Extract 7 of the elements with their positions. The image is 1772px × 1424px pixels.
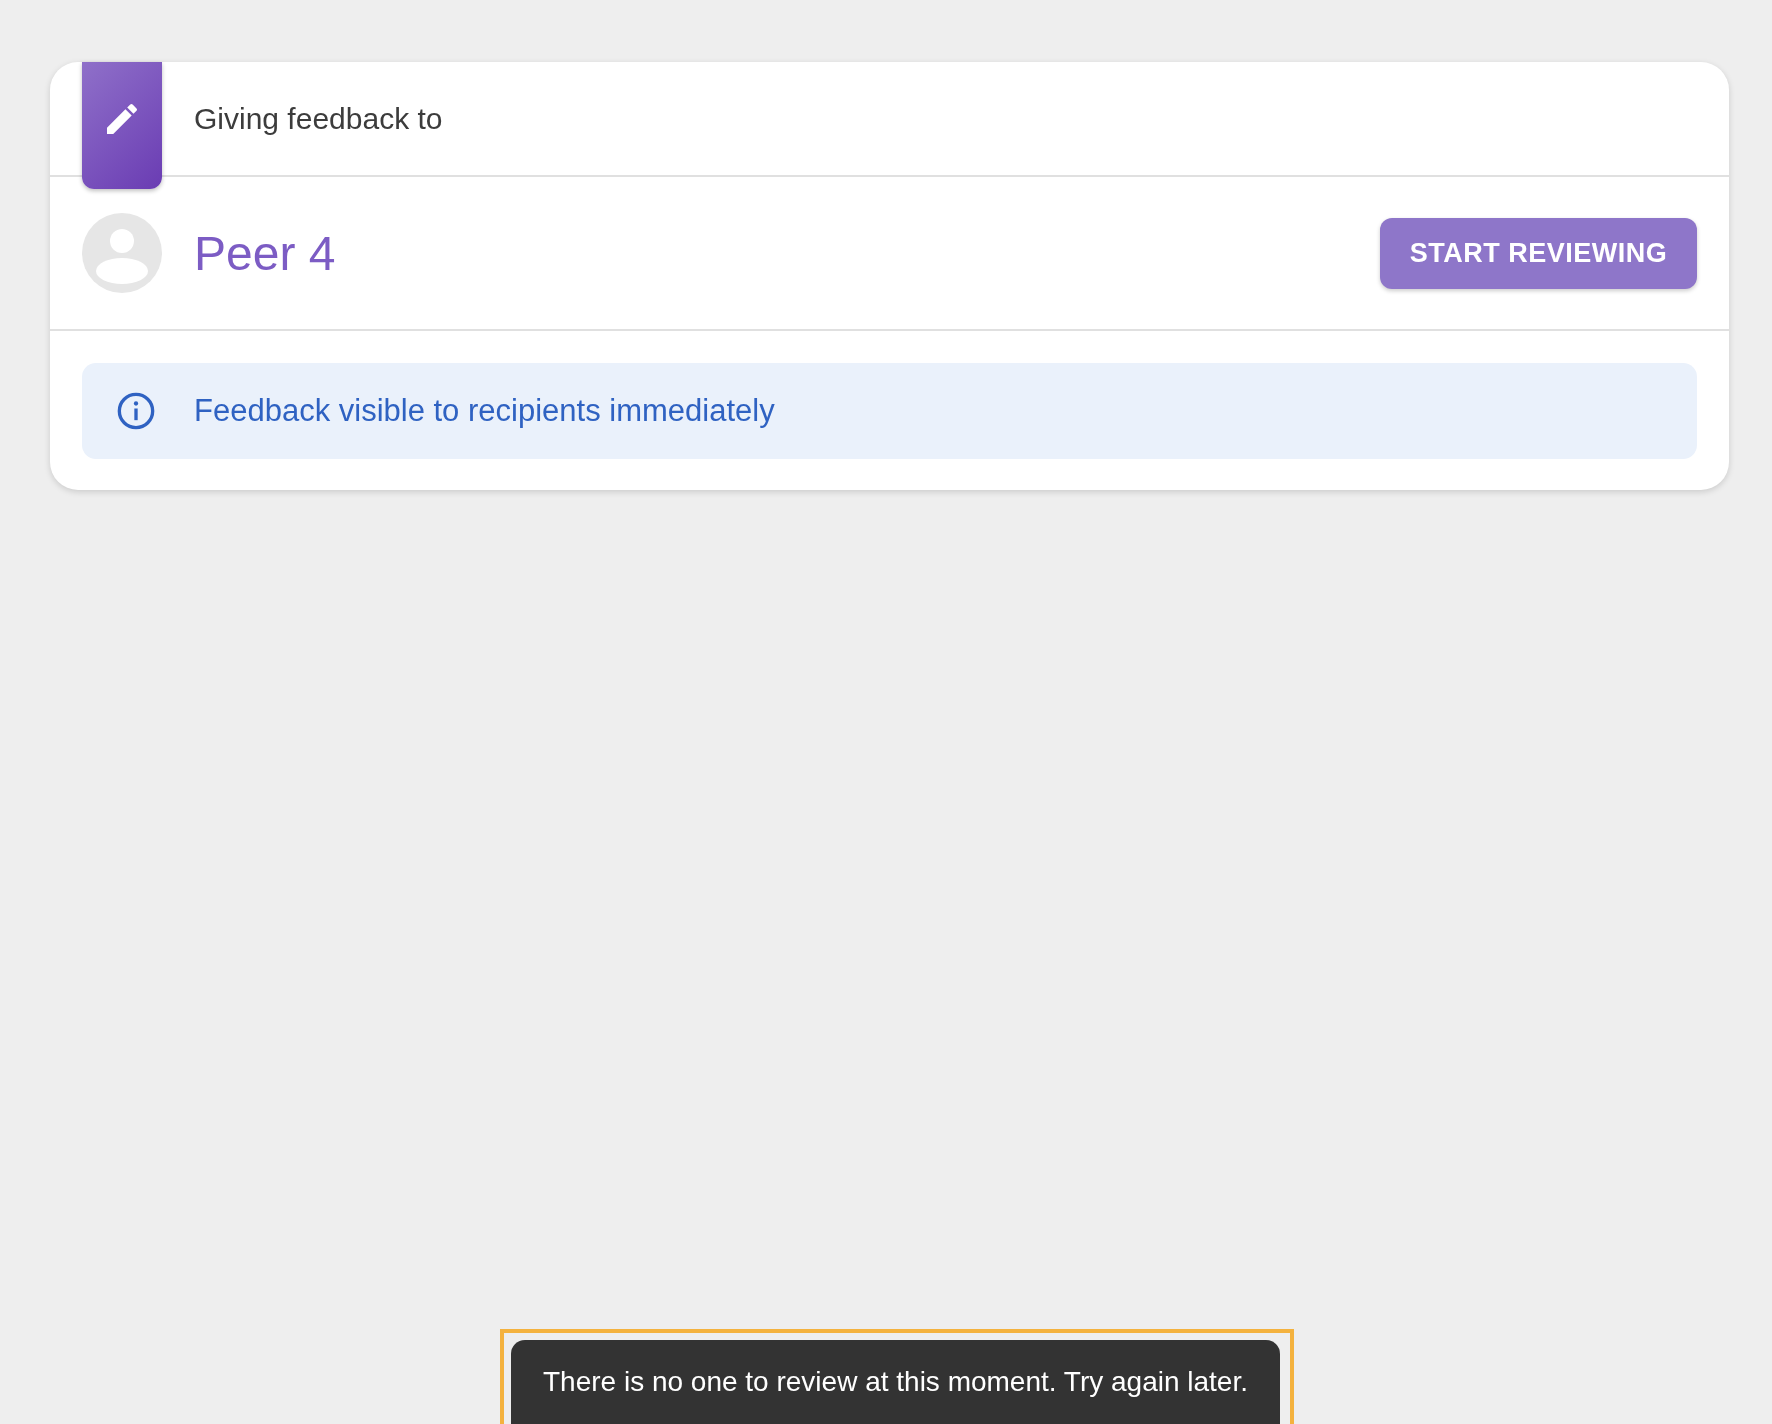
avatar-icon	[82, 213, 162, 293]
snackbar: There is no one to review at this moment. Try again later.	[511, 1340, 1280, 1424]
info-icon	[116, 391, 156, 431]
recipient-name: Peer 4	[194, 225, 337, 281]
start-reviewing-button[interactable]: START REVIEWING	[1380, 217, 1697, 289]
info-text: Feedback visible to recipients immediately	[194, 393, 775, 429]
card-title: Giving feedback to	[194, 101, 443, 136]
